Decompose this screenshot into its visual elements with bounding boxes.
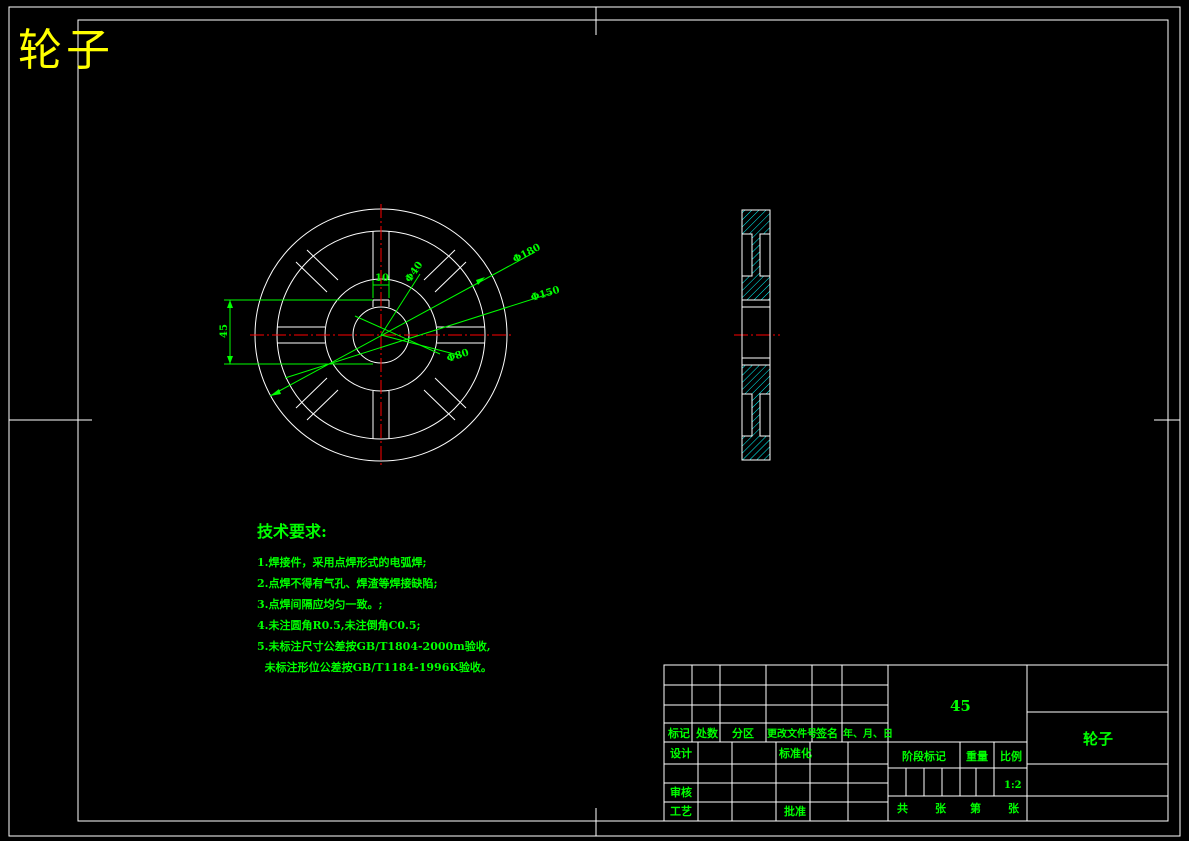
- tb-scale: 比例: [1000, 749, 1022, 763]
- tb-part-name: 轮子: [1083, 730, 1113, 748]
- tb-signature: 签名: [815, 726, 838, 740]
- note-line: 3.点焊间隔应均匀一致。;: [257, 598, 383, 611]
- tb-stage-mark: 阶段标记: [902, 749, 946, 763]
- tb-weight: 重量: [966, 749, 988, 763]
- centerlines: [250, 204, 780, 466]
- tb-sheets: 张: [935, 801, 947, 815]
- tb-count: 处数: [695, 726, 719, 740]
- sheet-border: [8, 6, 1181, 837]
- tb-mark: 标记: [667, 726, 690, 740]
- notes-heading: 技术要求:: [257, 522, 327, 541]
- tb-standardize: 标准化: [778, 746, 812, 760]
- title-block-texts: 标记 处数 分区 更改文件号 签名 年、月、日 设计 标准化 审核 工艺 批准 …: [667, 697, 1113, 818]
- tb-change-doc: 更改文件号: [767, 727, 817, 740]
- dim-d150: Φ150: [530, 285, 562, 304]
- note-line: 2.点焊不得有气孔、焊渣等焊接缺陷;: [257, 577, 438, 590]
- dim-d40: Φ40: [403, 260, 425, 285]
- tb-scale-value: 1:2: [1004, 780, 1022, 791]
- tb-sheet-no: 第: [970, 801, 981, 815]
- engineering-drawing: Φ180 Φ150 Φ40 Φ80 10 45 标记 处数 分区 更改文件号 签…: [8, 6, 1181, 837]
- tb-material: 45: [950, 697, 971, 715]
- dimension-texts: Φ180 Φ150 Φ40 Φ80 10 45: [219, 242, 561, 365]
- dim-d80: Φ80: [446, 347, 471, 364]
- technical-requirements: 技术要求: 1.焊接件，采用点焊形式的电弧焊; 2.点焊不得有气孔、焊渣等焊接缺…: [257, 518, 492, 678]
- tb-process: 工艺: [670, 804, 692, 818]
- tb-approve: 批准: [784, 804, 806, 818]
- dim-w10: 10: [375, 273, 389, 284]
- tb-sheet-unit: 张: [1008, 801, 1020, 815]
- note-line: 5.未标注尺寸公差按GB/T1804-2000m验收,: [257, 640, 491, 653]
- tb-total: 共: [897, 801, 908, 815]
- dim-d180: Φ180: [511, 242, 542, 266]
- note-line: 1.焊接件，采用点焊形式的电弧焊;: [257, 556, 427, 569]
- dimension-arrows: [227, 277, 485, 396]
- tb-design: 设计: [670, 746, 692, 760]
- note-line: 未标注形位公差按GB/T1184-1996K验收。: [257, 661, 492, 674]
- tb-date: 年、月、日: [843, 727, 893, 740]
- dim-h45: 45: [219, 324, 230, 338]
- note-line: 4.未注圆角R0.5,未注倒角C0.5;: [257, 619, 421, 632]
- drawing-title: 轮子: [18, 25, 114, 76]
- tb-zone: 分区: [732, 726, 754, 740]
- tb-review: 审核: [670, 785, 692, 799]
